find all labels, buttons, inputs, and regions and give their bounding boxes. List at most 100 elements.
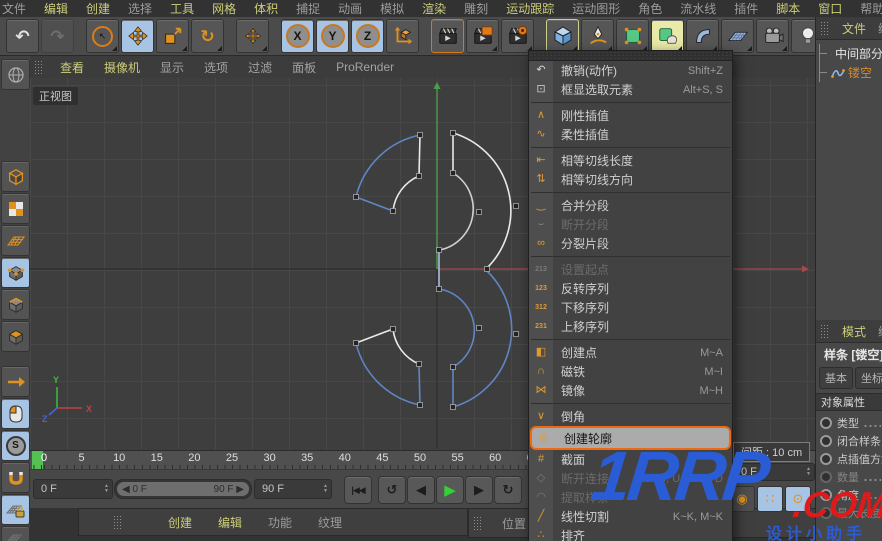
menubar-item[interactable]: 动画 — [329, 0, 371, 17]
context-menu-item[interactable]: ⊡ 框显选取元素 Alt+S, S — [529, 80, 732, 99]
menubar-item[interactable]: 体积 — [245, 0, 287, 17]
attribute-section-header[interactable]: 对象属性 — [816, 393, 882, 411]
attribute-manager-menu-item[interactable]: 编辑 — [872, 323, 882, 340]
attribute-property-row[interactable]: 类型 — [816, 414, 882, 432]
context-menu-item[interactable]: ⇅ 相等切线方向 — [529, 170, 732, 189]
polygon-mode-button[interactable] — [1, 321, 30, 352]
context-menu-item[interactable]: ⇤ 相等切线长度 — [529, 147, 732, 170]
undo-button[interactable]: ↶ — [6, 19, 39, 53]
context-menu-item[interactable]: 213 设置起点 — [529, 256, 732, 279]
modeling-objects-button[interactable] — [651, 19, 684, 53]
viewport-menu-item[interactable]: 显示 — [150, 59, 194, 76]
attribute-manager-menu-item[interactable]: 模式 — [836, 323, 872, 340]
live-selection-button[interactable]: ↖ — [86, 19, 119, 53]
keyframe-circle-icon[interactable] — [820, 417, 832, 429]
play-button[interactable]: ▶ — [436, 476, 464, 504]
context-menu-item[interactable]: ∴ 排齐 — [529, 526, 732, 541]
menu-tear-strip[interactable] — [529, 51, 732, 61]
lock-x-axis-button[interactable]: X — [281, 19, 314, 53]
menubar-item[interactable]: 网格 — [203, 0, 245, 17]
object-row[interactable]: 中间部分 — [816, 44, 882, 63]
enable-axis-button[interactable] — [1, 366, 30, 397]
object-manager-menu-item[interactable]: 文件 — [836, 20, 872, 37]
viewport-menu-item[interactable]: 选项 — [194, 59, 238, 76]
keyframe-circle-icon[interactable] — [820, 435, 832, 447]
render-view-button[interactable] — [431, 19, 464, 53]
menubar-item[interactable]: 创建 — [77, 0, 119, 17]
menubar-item[interactable]: 插件 — [725, 0, 767, 17]
panel-grip[interactable] — [113, 515, 123, 529]
point-mode-button[interactable] — [1, 257, 30, 288]
start-frame-field[interactable]: 0 F ▲ ▼ — [33, 479, 113, 499]
context-menu-item[interactable]: ↶ 撤销(动作) Shift+Z — [529, 61, 732, 80]
scale-tool-button[interactable] — [156, 19, 189, 53]
object-row[interactable]: 镂空 — [816, 63, 882, 82]
add-subdivision-surface-button[interactable] — [616, 19, 649, 53]
context-menu-item[interactable]: ‿ 合并分段 — [529, 192, 732, 215]
world-grid-button[interactable] — [1, 59, 30, 90]
add-floor-button[interactable] — [721, 19, 754, 53]
rotate-tool-button[interactable]: ↻ — [191, 19, 224, 53]
end-frame-field[interactable]: 90 F ▲ ▼ — [254, 479, 332, 499]
next-key-button[interactable]: ↻ — [494, 476, 522, 504]
coordinate-system-button[interactable] — [386, 19, 419, 53]
menubar-item[interactable]: 渲染 — [413, 0, 455, 17]
spline-points[interactable] — [353, 130, 519, 410]
material-menu-item[interactable]: 创建 — [155, 514, 205, 531]
context-menu-item[interactable]: ∞ 分裂片段 — [529, 234, 732, 253]
context-menu-item[interactable]: ∩ 磁铁 M~I — [529, 362, 732, 381]
add-spline-button[interactable] — [581, 19, 614, 53]
next-frame-button[interactable]: ▶ — [465, 476, 493, 504]
workplane-transform-button[interactable] — [1, 526, 30, 541]
material-menu-item[interactable]: 纹理 — [305, 514, 355, 531]
viewport-solo-button[interactable] — [1, 398, 30, 429]
menubar-item[interactable]: 帮助 — [851, 0, 882, 17]
menubar-item[interactable]: 运动图形 — [563, 0, 629, 17]
viewport-menu-item[interactable]: 过滤 — [238, 59, 282, 76]
material-menu-item[interactable]: 功能 — [255, 514, 305, 531]
menubar-item[interactable]: 运动跟踪 — [497, 0, 563, 17]
context-menu-item[interactable]: 123 反转序列 — [529, 279, 732, 298]
menubar-item[interactable]: 选择 — [119, 0, 161, 17]
panel-grip[interactable] — [34, 60, 44, 74]
menubar-item[interactable]: 编辑 — [35, 0, 77, 17]
add-deformer-button[interactable] — [686, 19, 719, 53]
context-menu-item[interactable]: ∨ 倒角 — [529, 403, 732, 426]
attribute-tab[interactable]: 基本 — [819, 367, 853, 389]
frame-range-thumb[interactable]: ◀ 0 F 90 F ▶ — [117, 482, 249, 496]
attribute-tab[interactable]: 坐标 — [855, 367, 882, 389]
go-to-start-button[interactable]: |◀◀ — [344, 476, 372, 504]
move-tool-button[interactable] — [121, 19, 154, 53]
stepper-icon[interactable]: ▲ ▼ — [806, 467, 811, 477]
viewport-menu-item[interactable]: 摄像机 — [94, 59, 150, 76]
menubar-item[interactable]: 窗口 — [809, 0, 851, 17]
menubar-item[interactable]: 捕捉 — [287, 0, 329, 17]
viewport-menu-item[interactable]: ProRender — [326, 60, 404, 74]
context-menu-item[interactable]: ∧ 刚性插值 — [529, 102, 732, 125]
attribute-property-row[interactable]: 点插值方式 — [816, 450, 882, 468]
panel-grip[interactable] — [820, 21, 830, 35]
quantize-lock-button[interactable] — [1, 494, 30, 525]
frame-range-slider[interactable]: ◀ 0 F 90 F ▶ — [114, 479, 252, 499]
menubar-item[interactable]: 脚本 — [767, 0, 809, 17]
last-tool-button[interactable] — [236, 19, 269, 53]
viewport-menu-item[interactable]: 查看 — [50, 59, 94, 76]
workplane-mode-button[interactable] — [1, 225, 30, 256]
add-camera-button[interactable] — [756, 19, 789, 53]
add-cube-button[interactable] — [546, 19, 579, 53]
keyframe-circle-icon[interactable] — [820, 471, 832, 483]
material-menu-item[interactable]: 编辑 — [205, 514, 255, 531]
menubar-item[interactable]: 流水线 — [671, 0, 725, 17]
panel-grip[interactable] — [820, 324, 830, 338]
keyframe-circle-icon[interactable] — [820, 453, 832, 465]
menubar-item[interactable]: 模拟 — [371, 0, 413, 17]
previous-key-button[interactable]: ↺ — [378, 476, 406, 504]
viewport-menu-item[interactable]: 面板 — [282, 59, 326, 76]
context-menu-item[interactable]: 312 下移序列 — [529, 298, 732, 317]
menubar-item[interactable]: 角色 — [629, 0, 671, 17]
menubar-item[interactable]: 雕刻 — [455, 0, 497, 17]
attribute-property-row[interactable]: 闭合样条 — [816, 432, 882, 450]
previous-frame-button[interactable]: ◀ — [407, 476, 435, 504]
context-menu-item[interactable]: ⋈ 镜像 M~H — [529, 381, 732, 400]
context-menu-item[interactable]: ◧ 创建点 M~A — [529, 339, 732, 362]
